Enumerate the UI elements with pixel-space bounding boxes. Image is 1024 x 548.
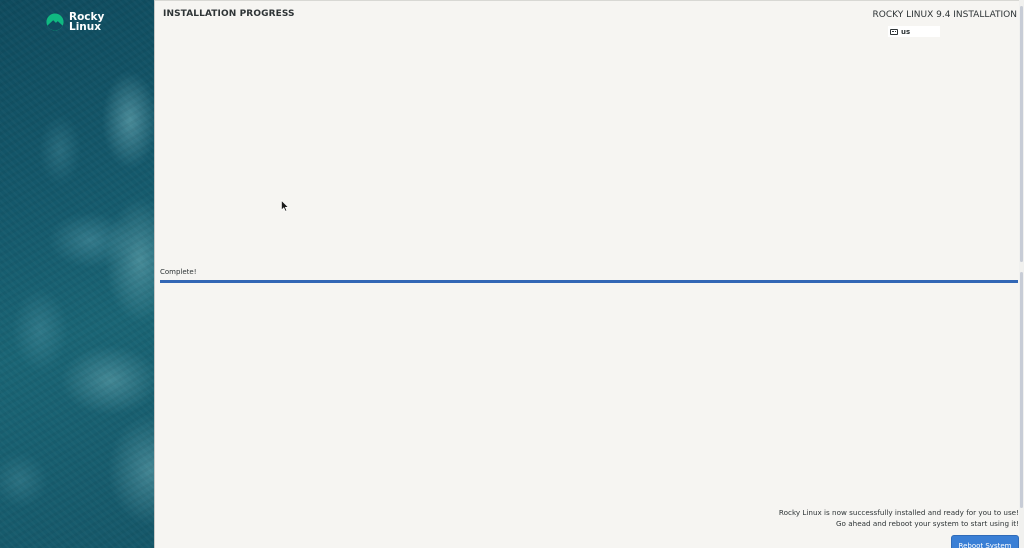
scrollbar-thumb[interactable] bbox=[1020, 6, 1023, 262]
sidebar-divider bbox=[154, 0, 155, 548]
rocky-linux-logo: Rocky Linux bbox=[46, 12, 104, 32]
completion-message: Rocky Linux is now successfully installe… bbox=[759, 507, 1019, 529]
logo-line-2: Linux bbox=[69, 21, 102, 33]
keyboard-layout-label: us bbox=[901, 27, 911, 36]
mouse-pointer-icon bbox=[281, 200, 289, 212]
completion-message-line-2: Go ahead and reboot your system to start… bbox=[835, 519, 1019, 528]
keyboard-layout-indicator[interactable]: us bbox=[888, 26, 940, 37]
scrollbar-thumb-lower[interactable] bbox=[1020, 272, 1023, 508]
installer-window: Rocky Linux INSTALLATION PROGRESS ROCKY … bbox=[0, 0, 1024, 548]
progress-bar-fill bbox=[160, 280, 1018, 283]
logo-text: Rocky Linux bbox=[69, 12, 104, 33]
reboot-system-button[interactable]: Reboot System bbox=[951, 535, 1019, 548]
top-border bbox=[155, 0, 1024, 1]
rocky-linux-logo-icon bbox=[46, 13, 64, 31]
page-title: INSTALLATION PROGRESS bbox=[163, 9, 295, 19]
progress-bar bbox=[160, 280, 1018, 283]
completion-message-line-1: Rocky Linux is now successfully installe… bbox=[778, 508, 1019, 517]
keyboard-icon bbox=[890, 28, 898, 35]
progress-status: Complete! bbox=[160, 268, 197, 276]
sidebar: Rocky Linux bbox=[0, 0, 154, 548]
product-title: ROCKY LINUX 9.4 INSTALLATION bbox=[872, 10, 1017, 20]
